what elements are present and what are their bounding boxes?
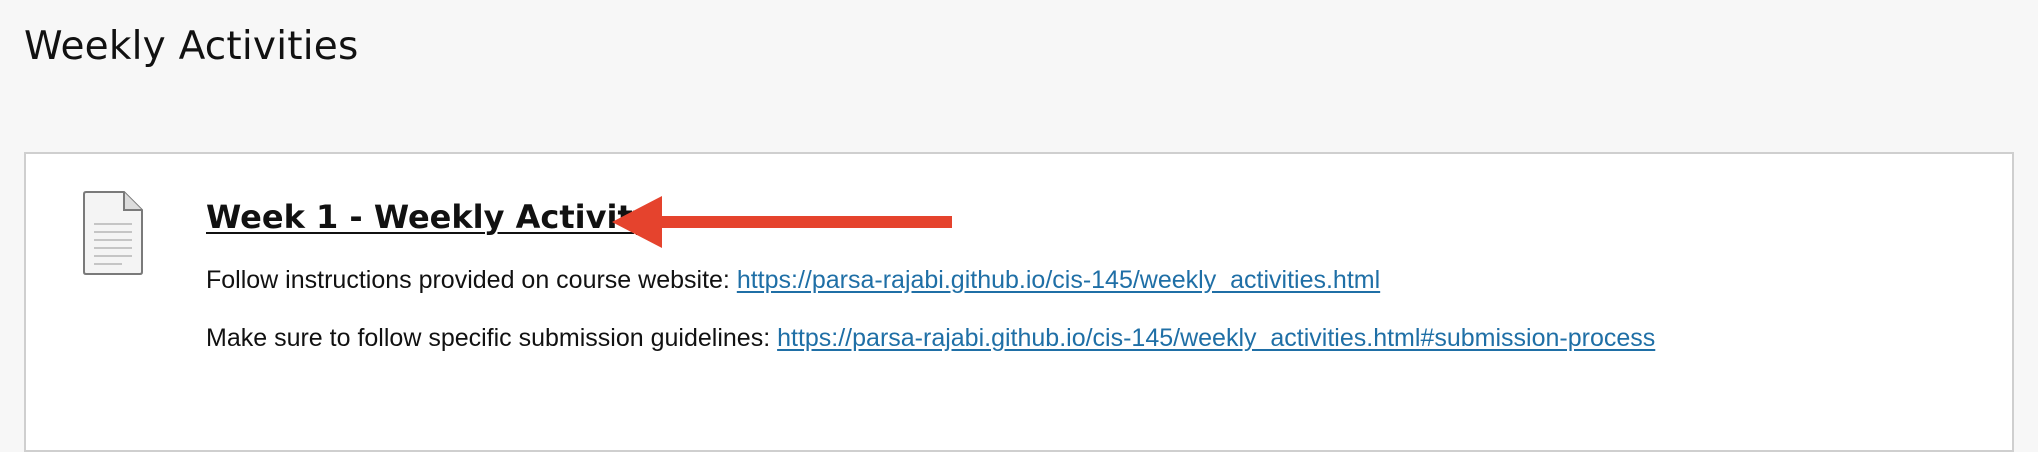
submission-line: Make sure to follow specific submission … bbox=[206, 324, 1655, 353]
item-title-link[interactable]: Week 1 - Weekly Activity bbox=[206, 198, 654, 236]
red-arrow-left-icon bbox=[612, 196, 952, 248]
page-title: Weekly Activities bbox=[24, 24, 359, 69]
content-item-card: Week 1 - Weekly Activity Follow instruct… bbox=[24, 152, 2014, 452]
document-icon bbox=[83, 191, 143, 275]
instructions-line: Follow instructions provided on course w… bbox=[206, 266, 1380, 295]
instructions-link[interactable]: https://parsa-rajabi.github.io/cis-145/w… bbox=[737, 266, 1380, 294]
instructions-label: Follow instructions provided on course w… bbox=[206, 266, 737, 294]
submission-label: Make sure to follow specific submission … bbox=[206, 324, 778, 352]
submission-link[interactable]: https://parsa-rajabi.github.io/cis-145/w… bbox=[777, 324, 1655, 352]
